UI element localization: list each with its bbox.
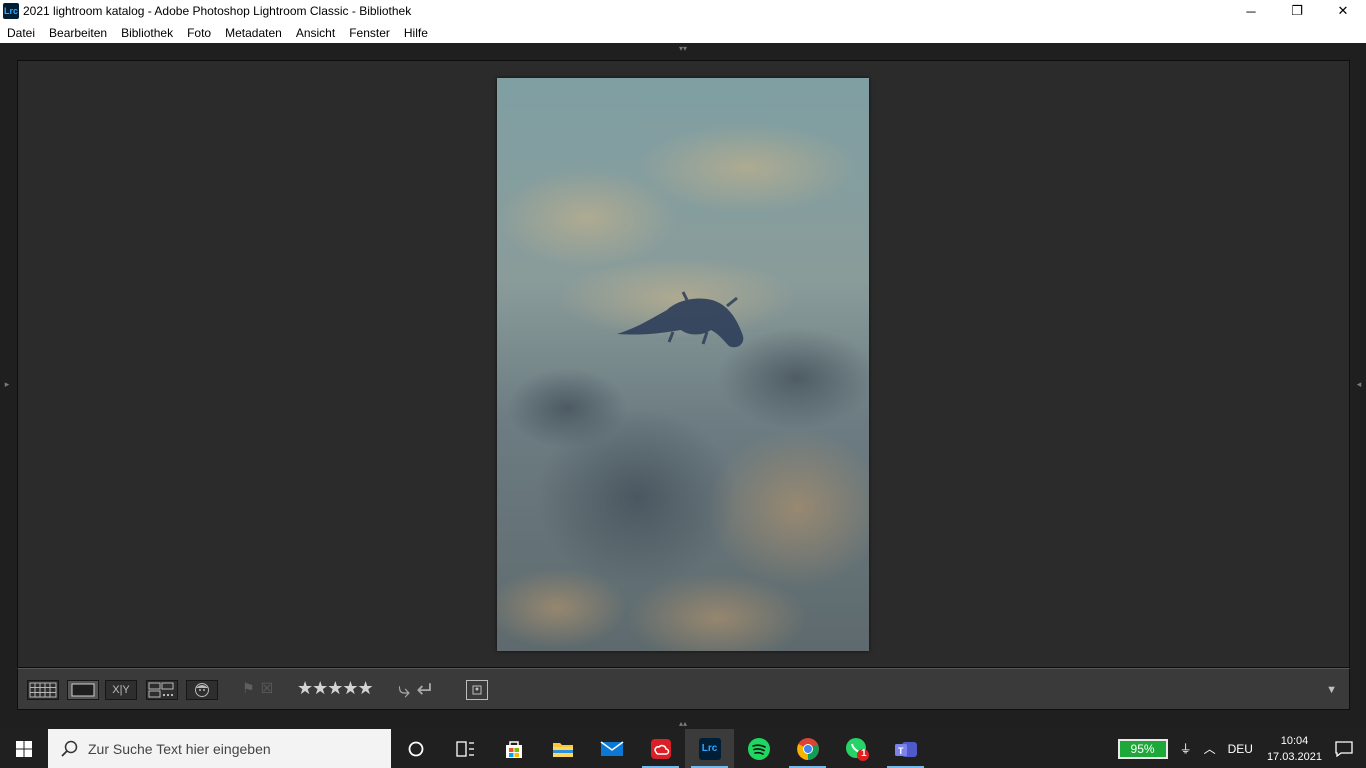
chrome-icon — [796, 737, 819, 760]
taskbar-whatsapp[interactable]: 1 — [832, 729, 881, 768]
task-view-icon — [455, 740, 474, 757]
photo-preview[interactable] — [497, 78, 869, 651]
window-controls: ─ ❐ ✕ — [1228, 0, 1366, 22]
taskbar-spotify[interactable] — [734, 729, 783, 768]
show-hidden-icons-chevron-icon[interactable]: ︿ — [1204, 740, 1216, 757]
window-title: 2021 lightroom katalog - Adobe Photoshop… — [23, 4, 412, 18]
taskbar-creative-cloud[interactable] — [636, 729, 685, 768]
mail-icon — [600, 740, 623, 756]
cortana-circle-icon — [408, 741, 423, 756]
input-language[interactable]: DEU — [1228, 742, 1253, 756]
underwater-newt-image — [497, 78, 869, 651]
menu-foto[interactable]: Foto — [187, 26, 211, 40]
crop-overlay-icon[interactable] — [466, 680, 488, 700]
taskbar-mail[interactable] — [587, 729, 636, 768]
svg-text:T: T — [898, 746, 904, 756]
search-placeholder: Zur Suche Text hier eingeben — [88, 740, 271, 757]
library-toolbar: X|Y ⚑ ☒ ★★★★★ ⤷ ↵ ▼ — [17, 668, 1350, 710]
menu-fenster[interactable]: Fenster — [349, 26, 390, 40]
folder-icon — [552, 742, 573, 757]
menu-bearbeiten[interactable]: Bearbeiten — [49, 26, 107, 40]
loupe-view — [17, 60, 1350, 668]
bottom-panel-toggle-icon[interactable]: ▴▴ — [676, 720, 690, 728]
rotate-right-icon[interactable]: ↵ — [416, 677, 434, 703]
clock-date: 17.03.2021 — [1266, 750, 1322, 763]
star-rating[interactable]: ★★★★★ — [297, 678, 374, 699]
menu-bibliothek[interactable]: Bibliothek — [121, 26, 173, 40]
taskbar-clock[interactable]: 10:04 17.03.2021 — [1267, 733, 1322, 765]
left-panel-toggle-icon[interactable]: ▸ — [3, 377, 11, 391]
system-tray: 95% ⏚ ︿ DEU 10:04 17.03.2021 — [1117, 729, 1366, 768]
grid-view-button[interactable] — [27, 680, 59, 700]
loupe-view-button[interactable] — [67, 680, 99, 700]
notification-icon — [1335, 740, 1353, 757]
clock-time: 10:04 — [1280, 734, 1309, 747]
taskbar-file-explorer[interactable] — [538, 729, 587, 768]
lightroom-workspace: ▾▾ ▸ ◂ X|Y ⚑ ☒ ★★★★★ ⤷ ↵ ▼ ▴▴ — [0, 43, 1366, 729]
right-panel-toggle-icon[interactable]: ◂ — [1355, 377, 1363, 391]
start-button[interactable] — [0, 729, 48, 768]
survey-view-button[interactable] — [146, 680, 178, 700]
taskbar-lightroom[interactable]: Lrc — [685, 729, 734, 768]
grid-icon — [29, 682, 57, 698]
loupe-icon — [71, 683, 95, 697]
face-icon — [195, 683, 209, 697]
power-plug-icon[interactable]: ⏚ — [1180, 740, 1192, 757]
cortana-button[interactable] — [391, 729, 440, 768]
action-center-button[interactable] — [1322, 740, 1366, 757]
flag-controls: ⚑ ☒ — [242, 680, 273, 697]
spotify-icon — [747, 737, 770, 760]
flag-pick-icon[interactable]: ⚑ — [242, 680, 255, 697]
close-button[interactable]: ✕ — [1320, 0, 1366, 22]
creative-cloud-icon — [650, 738, 671, 759]
menu-datei[interactable]: Datei — [7, 26, 35, 40]
restore-button[interactable]: ❐ — [1274, 0, 1320, 22]
windows-logo-icon — [16, 740, 32, 757]
search-icon — [61, 740, 78, 757]
store-icon — [505, 740, 522, 758]
flag-reject-icon[interactable]: ☒ — [261, 680, 274, 697]
taskbar-store[interactable] — [489, 729, 538, 768]
people-view-button[interactable] — [186, 680, 218, 700]
battery-indicator[interactable]: 95% — [1117, 738, 1168, 759]
rotate-controls: ⤷ ↵ — [398, 677, 435, 703]
compare-view-button[interactable]: X|Y — [105, 680, 137, 700]
menu-bar: Datei Bearbeiten Bibliothek Foto Metadat… — [0, 22, 1366, 43]
taskbar-chrome[interactable] — [783, 729, 832, 768]
title-bar: Lrc 2021 lightroom katalog - Adobe Photo… — [0, 0, 1366, 22]
toolbar-options-dropdown-icon[interactable]: ▼ — [1326, 684, 1337, 696]
lightroom-app-icon: Lrc — [3, 3, 19, 19]
whatsapp-notification-badge: 1 — [861, 748, 867, 759]
taskbar-teams[interactable]: T — [881, 729, 930, 768]
menu-ansicht[interactable]: Ansicht — [296, 26, 335, 40]
survey-icon — [148, 682, 174, 698]
top-panel-toggle-icon[interactable]: ▾▾ — [676, 45, 690, 53]
windows-taskbar: Zur Suche Text hier eingeben Lrc 1 T 95%… — [0, 729, 1366, 768]
rotate-left-icon[interactable]: ⤷ — [398, 677, 410, 703]
menu-hilfe[interactable]: Hilfe — [404, 26, 428, 40]
crop-icon — [472, 685, 482, 695]
teams-icon: T — [894, 741, 917, 757]
minimize-button[interactable]: ─ — [1228, 0, 1274, 22]
menu-metadaten[interactable]: Metadaten — [225, 26, 282, 40]
taskbar-search-box[interactable]: Zur Suche Text hier eingeben — [48, 729, 391, 768]
lightroom-icon: Lrc — [698, 737, 721, 760]
task-view-button[interactable] — [440, 729, 489, 768]
